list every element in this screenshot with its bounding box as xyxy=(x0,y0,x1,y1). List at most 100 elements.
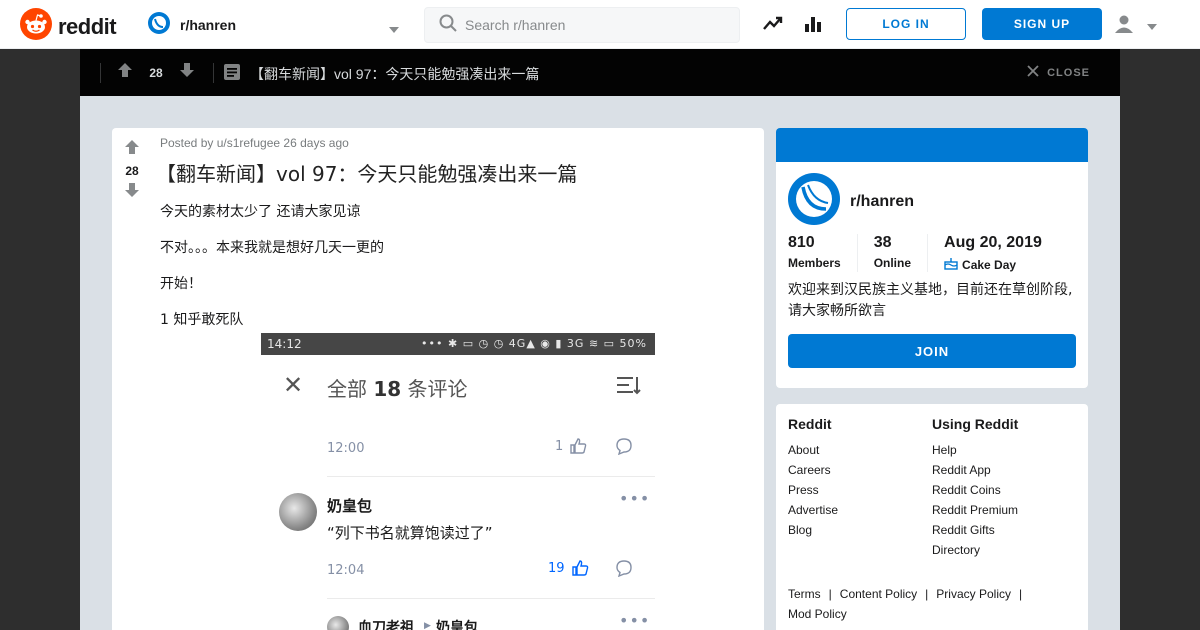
more-icon: ••• xyxy=(619,611,651,630)
community-switcher[interactable]: r/hanren xyxy=(148,11,400,39)
thumbs-up-icon xyxy=(571,560,588,576)
cake-day-label: Cake Day xyxy=(962,257,1017,272)
post-overlay-bar: 28 【翻车新闻】vol 97：今天只能勉强凑出来一篇 CLOSE xyxy=(80,49,1120,96)
comment-reply-icon xyxy=(615,559,633,581)
sort-icon xyxy=(617,375,641,399)
footer-link-directory[interactable]: Directory xyxy=(932,540,1018,560)
upvote-icon[interactable] xyxy=(116,61,134,84)
user-icon xyxy=(1114,14,1134,39)
online-count: 38 xyxy=(873,234,892,251)
footer-column-title: Using Reddit xyxy=(932,416,1019,432)
cake-day-date: Aug 20, 2019 xyxy=(944,234,1042,251)
login-button[interactable]: LOG IN xyxy=(846,8,966,40)
community-banner xyxy=(776,128,1088,162)
community-icon xyxy=(148,11,170,39)
overlay-score: 28 xyxy=(149,65,163,80)
popular-chart-icon[interactable] xyxy=(803,14,823,39)
footer-links-card: Reddit About Careers Press Advertise Blo… xyxy=(776,404,1088,630)
cake-day: Cake Day xyxy=(944,256,1042,273)
user-menu[interactable] xyxy=(1114,14,1158,39)
community-stats: 810 Members 38 Online Aug 20, 2019 Cake … xyxy=(788,234,1074,272)
footer-link-reddit-gifts[interactable]: Reddit Gifts xyxy=(932,520,1018,540)
online-stat: 38 Online xyxy=(873,234,929,272)
search-bar[interactable] xyxy=(424,7,740,43)
footer-column-reddit: Reddit About Careers Press Advertise Blo… xyxy=(788,416,838,540)
post-image[interactable]: 14:12 ••• ✱ ▭ ◷ ◷ 4G▲ ◉ ▮ 3G ≋ ▭ 50% ✕ 全… xyxy=(261,333,655,630)
close-button[interactable]: CLOSE xyxy=(1027,65,1090,80)
comment-time: 12:04 xyxy=(327,563,365,578)
post-body: 今天的素材太少了 还请大家见谅 不对。。。本来我就是想好几天一更的 开始！ 1 … xyxy=(160,202,384,346)
community-name: r/hanren xyxy=(850,192,915,210)
close-icon: ✕ xyxy=(283,371,304,399)
comment-time: 12:00 xyxy=(327,441,365,456)
footer-link-privacy-policy[interactable]: Privacy Policy xyxy=(936,587,1011,601)
footer-link-press[interactable]: Press xyxy=(788,480,838,500)
post-score: 28 xyxy=(125,164,139,178)
post-card: 28 Posted by u/s1refugee 26 days ago 【翻车… xyxy=(112,128,764,630)
footer-link-mod-policy[interactable]: Mod Policy xyxy=(788,607,847,621)
divider xyxy=(100,63,101,83)
avatar xyxy=(327,616,349,630)
post-paragraph: 开始！ xyxy=(160,276,202,292)
footer-link-careers[interactable]: Careers xyxy=(788,460,838,480)
downvote-icon[interactable] xyxy=(178,61,196,84)
members-count: 810 xyxy=(788,234,815,251)
post-text-icon xyxy=(223,63,241,86)
members-label: Members xyxy=(788,256,841,270)
reply-to-author: 奶皇包 xyxy=(436,620,478,630)
join-button[interactable]: JOIN xyxy=(788,334,1076,368)
cake-day-stat: Aug 20, 2019 Cake Day xyxy=(944,234,1058,272)
community-header[interactable]: r/hanren xyxy=(788,173,914,230)
comments-count: 18 xyxy=(373,377,402,401)
footer-column-using-reddit: Using Reddit Help Reddit App Reddit Coin… xyxy=(932,416,1018,560)
reddit-logo-icon xyxy=(20,8,52,45)
chevron-down-icon xyxy=(388,21,400,39)
more-icon: ••• xyxy=(619,489,651,508)
community-switcher-label: r/hanren xyxy=(180,17,237,33)
post-paragraph: 不对。。。本来我就是想好几天一更的 xyxy=(160,240,384,256)
comment-like-count: 1 xyxy=(555,437,587,455)
legal-links: Terms | Content Policy | Privacy Policy | Mod… xyxy=(788,587,1023,621)
comment-reply-icon xyxy=(615,437,633,459)
footer-link-reddit-coins[interactable]: Reddit Coins xyxy=(932,480,1018,500)
close-label: CLOSE xyxy=(1047,66,1090,79)
footer-link-help[interactable]: Help xyxy=(932,440,1018,460)
close-icon xyxy=(1027,65,1039,80)
post-paragraph: 今天的素材太少了 还请大家见谅 xyxy=(160,204,361,220)
post-title: 【翻车新闻】vol 97：今天只能勉强凑出来一篇 xyxy=(156,162,578,186)
avatar xyxy=(279,493,317,531)
reply-author: 血刀老祖 xyxy=(358,620,414,630)
comments-header: ✕ 全部 18 条评论 xyxy=(261,355,655,417)
comment-text: “列下书名就算饱读过了” xyxy=(327,524,493,542)
members-stat: 810 Members xyxy=(788,234,858,272)
footer-link-advertise[interactable]: Advertise xyxy=(788,500,838,520)
footer-link-content-policy[interactable]: Content Policy xyxy=(840,587,917,601)
upvote-icon[interactable] xyxy=(123,138,141,161)
phone-status-icons: ••• ✱ ▭ ◷ ◷ 4G▲ ◉ ▮ 3G ≋ ▭ 50% xyxy=(421,337,647,350)
footer-link-reddit-app[interactable]: Reddit App xyxy=(932,460,1018,480)
post-meta: Posted by u/s1refugee 26 days ago xyxy=(160,136,349,150)
comment-like-count: 19 xyxy=(548,559,589,577)
reddit-home-link[interactable]: reddit xyxy=(20,8,117,45)
post-overlay: 28 【翻车新闻】vol 97：今天只能勉强凑出来一篇 CLOSE 28 Pos… xyxy=(80,49,1120,630)
brand-wordmark: reddit xyxy=(58,13,117,39)
overlay-vote: 28 xyxy=(116,49,196,96)
comment-author: 奶皇包 xyxy=(327,497,373,515)
downvote-icon[interactable] xyxy=(123,181,141,204)
comment-divider xyxy=(327,598,655,599)
search-icon xyxy=(439,14,457,37)
phone-status-bar: 14:12 ••• ✱ ▭ ◷ ◷ 4G▲ ◉ ▮ 3G ≋ ▭ 50% xyxy=(261,333,655,355)
phone-time: 14:12 xyxy=(267,337,302,351)
footer-link-about[interactable]: About xyxy=(788,440,838,460)
signup-button[interactable]: SIGN UP xyxy=(982,8,1102,40)
chevron-down-icon xyxy=(1146,18,1158,36)
community-description: 欢迎来到汉民族主义基地，目前还在草创阶段,请大家畅所欲言 xyxy=(788,282,1073,319)
about-community-card: r/hanren 810 Members 38 Online Aug 20, 2… xyxy=(776,128,1088,388)
trending-icon[interactable] xyxy=(763,14,783,39)
post-vote: 28 xyxy=(120,138,144,204)
footer-link-terms[interactable]: Terms xyxy=(788,587,821,601)
footer-link-reddit-premium[interactable]: Reddit Premium xyxy=(932,500,1018,520)
search-input[interactable] xyxy=(465,17,725,33)
footer-link-blog[interactable]: Blog xyxy=(788,520,838,540)
top-header: reddit r/hanren LOG IN SIGN UP xyxy=(0,0,1200,49)
